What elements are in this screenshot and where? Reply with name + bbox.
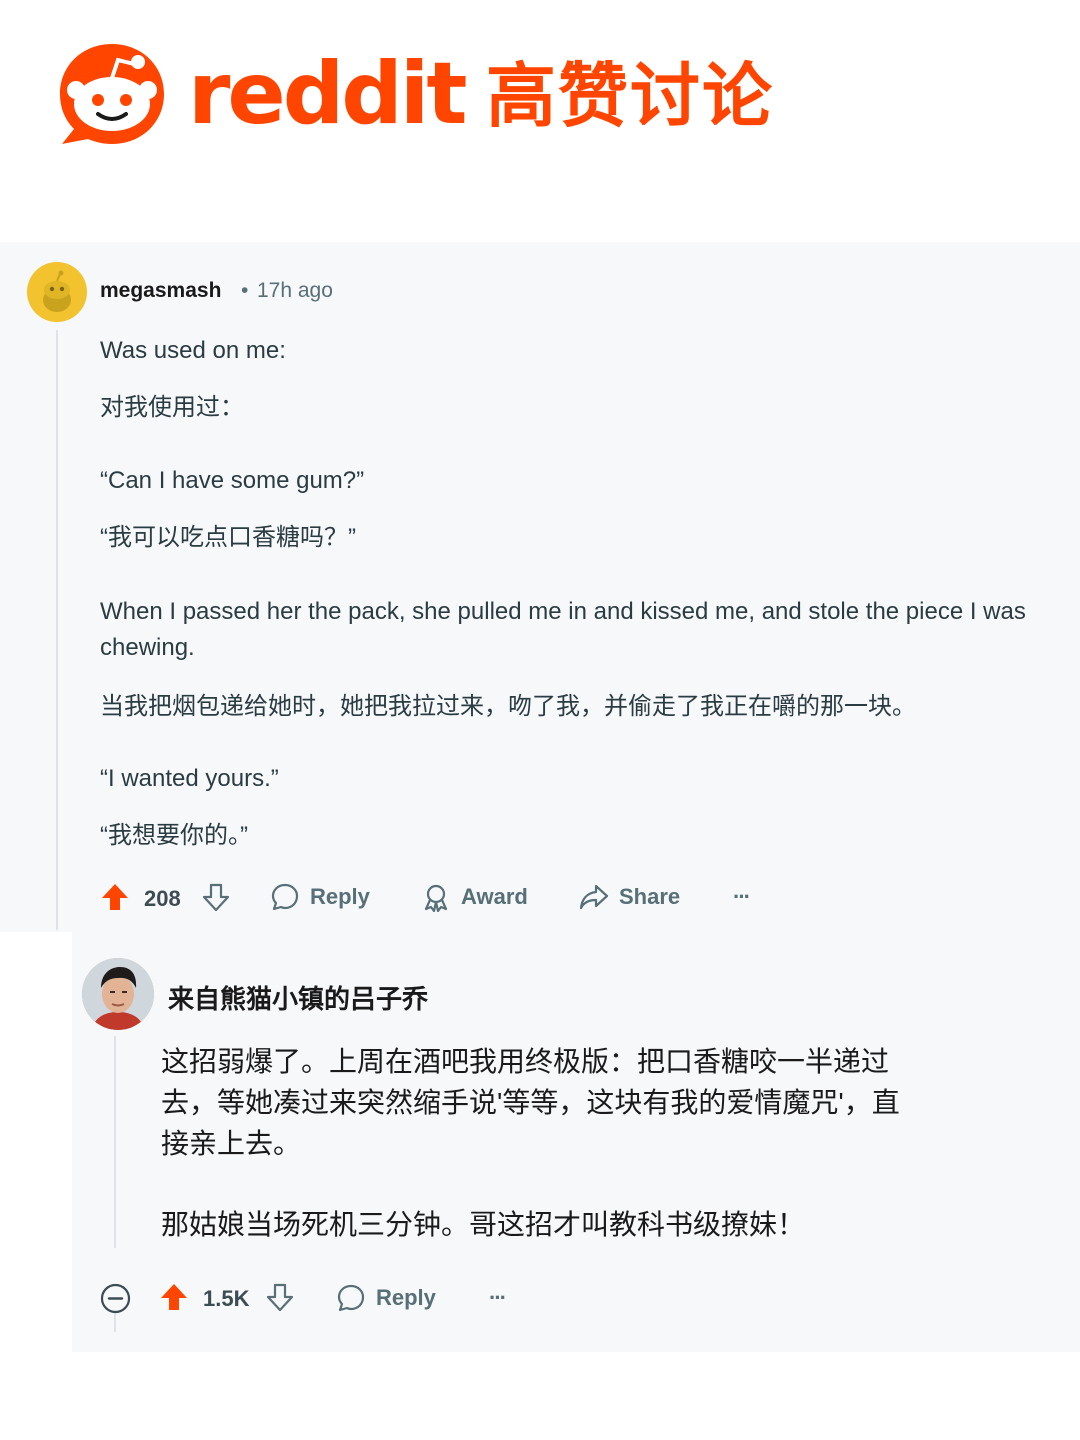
- speech-bubble-icon: [271, 883, 299, 911]
- reply-line: 接亲上去。: [161, 1128, 302, 1159]
- downvote-arrow-icon[interactable]: [265, 1282, 295, 1312]
- avatar[interactable]: [27, 262, 87, 322]
- award-label: Award: [461, 884, 528, 909]
- reddit-wordmark: reddit: [188, 44, 467, 144]
- page-header: reddit 高赞讨论: [0, 0, 1080, 240]
- share-label: Share: [619, 884, 681, 909]
- collapse-minus-icon[interactable]: [100, 1283, 131, 1314]
- reply-label: Reply: [310, 884, 370, 909]
- reply-line: 这招弱爆了。上周在酒吧我用终极版：把口香糖咬一半递过: [161, 1046, 890, 1077]
- speech-bubble-icon: [337, 1284, 365, 1312]
- award-ribbon-icon: [424, 884, 448, 912]
- page-title: 高赞讨论: [486, 55, 774, 137]
- reddit-logo-icon: [60, 44, 164, 144]
- comment-timestamp[interactable]: 17h ago: [257, 279, 333, 303]
- reply-thread-line-tail: [114, 1312, 116, 1332]
- more-dots-icon[interactable]: ···: [489, 1285, 507, 1311]
- downvote-arrow-icon[interactable]: [201, 882, 231, 912]
- award-button[interactable]: Award: [421, 882, 528, 912]
- meta-separator: •: [241, 279, 249, 302]
- share-button[interactable]: Share: [578, 882, 680, 912]
- comment-line: “我想要你的。”: [100, 822, 248, 849]
- avatar[interactable]: [82, 958, 154, 1030]
- reply-line: 那姑娘当场死机三分钟。哥这招才叫教科书级撩妹！: [161, 1209, 806, 1240]
- comment-line: “Can I have some gum?”: [100, 467, 365, 494]
- comment-line: 对我使用过：: [100, 394, 244, 421]
- upvote-arrow-icon[interactable]: [159, 1282, 189, 1312]
- reply-thread-line[interactable]: [114, 1036, 116, 1248]
- reply-line: 去，等她凑过来突然缩手说'等等，这块有我的爱情魔咒'，直: [161, 1087, 900, 1118]
- vote-count: 1.5K: [203, 1286, 250, 1311]
- comment-line: “I wanted yours.”: [100, 765, 279, 792]
- upvote-arrow-icon[interactable]: [100, 882, 130, 912]
- reply-button[interactable]: Reply: [336, 1283, 436, 1313]
- vote-count: 208: [144, 886, 181, 911]
- reply-button[interactable]: Reply: [270, 882, 370, 912]
- profile-photo-icon: [82, 958, 154, 1030]
- thread-line[interactable]: [56, 330, 58, 930]
- more-dots-icon[interactable]: ···: [733, 884, 751, 910]
- comment-line: “我可以吃点口香糖吗？”: [100, 524, 356, 551]
- reply-username[interactable]: 来自熊猫小镇的吕子乔: [168, 979, 428, 1016]
- comment-username[interactable]: megasmash: [100, 279, 221, 303]
- share-arrow-icon: [579, 884, 609, 910]
- comment-line: 当我把烟包递给她时，她把我拉过来，吻了我，并偷走了我正在嚼的那一块。: [100, 693, 916, 720]
- comment-line: Was used on me:: [100, 337, 286, 364]
- comment-line: When I passed her the pack, she pulled m…: [100, 598, 1026, 661]
- reply-label: Reply: [376, 1285, 436, 1310]
